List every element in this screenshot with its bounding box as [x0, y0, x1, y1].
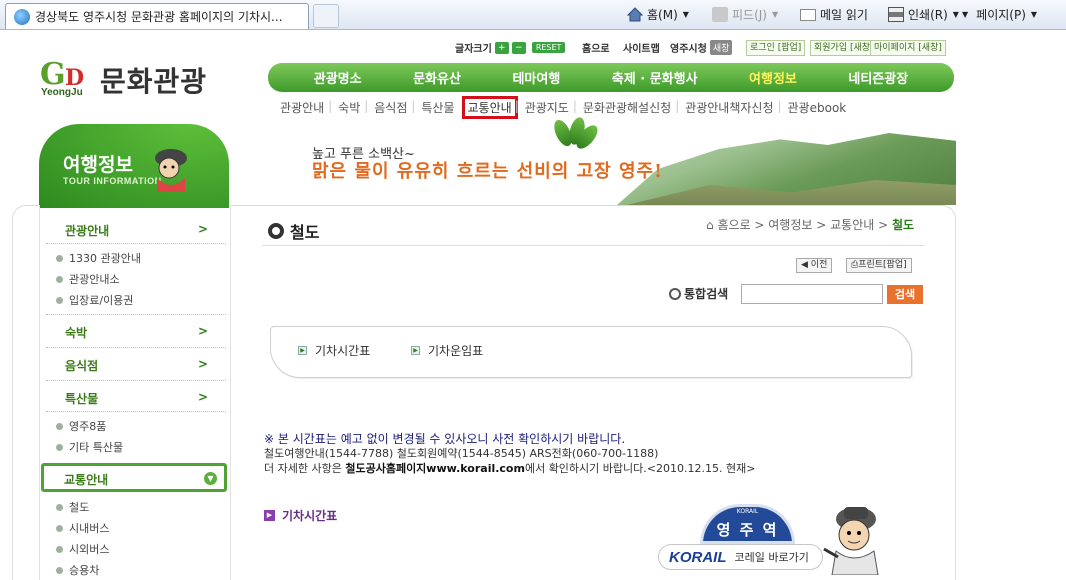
gnb-item[interactable]: 축제 · 문화행사 — [612, 68, 698, 87]
banner-line-2: 맑은 물이 유유히 흐르는 선비의 고장 영주! — [312, 161, 664, 182]
chevron-right-icon: > — [198, 357, 209, 371]
print-popup-button[interactable]: ⎙프린트[팝업] — [846, 258, 912, 273]
mypage-button[interactable]: 마이페이지 [새창] — [870, 40, 946, 56]
breadcrumb-current: 철도 — [891, 218, 915, 232]
left-section-header: 여행정보 TOUR INFORMATION — [39, 124, 229, 208]
korail-logo: KORAIL — [669, 548, 727, 566]
font-size-control: 글자크기 + − RESET — [455, 40, 566, 55]
home-link[interactable]: 홈으로 — [582, 40, 610, 55]
lnb-item[interactable]: 관광안내책자신청 — [675, 99, 780, 116]
gnb-item[interactable]: 테마여행 — [512, 68, 560, 87]
lnb-item[interactable]: 관광지도 — [515, 99, 576, 116]
ie-icon — [14, 8, 30, 25]
lnb-item[interactable]: 특산물 — [411, 99, 461, 116]
font-decrease-button[interactable]: − — [511, 41, 526, 54]
logo-text: 문화관광 — [100, 65, 208, 98]
prev-button[interactable]: ◀ 이전 — [796, 258, 833, 273]
menu-category[interactable]: 숙박 — [65, 324, 87, 341]
yeongju-station-sign: KORAIL 영 주 역 — [700, 504, 795, 544]
mail-icon — [800, 8, 816, 21]
print-button[interactable]: 인쇄(R) ▼ — [888, 6, 959, 23]
search-input[interactable] — [741, 284, 883, 304]
home-small-icon: ⌂ — [706, 218, 714, 232]
menu-category[interactable]: 음식점 — [65, 357, 98, 374]
breadcrumb-item[interactable]: 교통안내 — [830, 218, 874, 232]
section-title: ▶ 기차시간표 — [264, 507, 337, 524]
chevron-right-icon: > — [198, 390, 209, 404]
site-logo[interactable]: GD YeongJu 문화관광 — [40, 57, 207, 103]
seonbi-mascot-icon — [820, 505, 888, 576]
new-tab-button[interactable] — [313, 4, 339, 28]
section-title: 여행정보 — [63, 154, 133, 176]
feeds-button[interactable]: 피드(J) ▼ — [712, 6, 778, 23]
breadcrumb-item[interactable]: 여행정보 — [768, 218, 812, 232]
tab-train-timetable[interactable]: ▶ 기차시간표 — [298, 342, 370, 359]
main-navigation: 관광명소 문화유산 테마여행 축제 · 문화행사 여행정보 네티즌광장 — [268, 63, 954, 92]
menu-sub-item[interactable]: 시외버스 — [56, 541, 109, 557]
login-button[interactable]: 로그인 [팝업] — [746, 40, 806, 56]
seonbi-mascot-icon — [145, 146, 197, 192]
menu-sub-item[interactable]: 영주8품 — [56, 418, 106, 434]
logo-mark: GD YeongJu — [40, 57, 85, 98]
chevron-down-icon: ▼ — [204, 472, 217, 485]
menu-sub-item-active[interactable]: 철도 — [56, 499, 89, 515]
menu-sub-item[interactable]: 관광안내소 — [56, 271, 120, 287]
gnb-item[interactable]: 문화유산 — [413, 68, 461, 87]
read-mail-button[interactable]: 메일 읽기 — [800, 6, 868, 23]
font-reset-button[interactable]: RESET — [531, 42, 566, 53]
korail-link[interactable]: 철도공사홈페이지www.korail.com — [345, 462, 525, 475]
home-button[interactable]: 홈(M) ▼ — [626, 6, 689, 23]
chevron-right-icon: > — [198, 324, 209, 338]
tab-train-fare[interactable]: ▶ 기차운임표 — [411, 342, 483, 359]
menu-sub-item[interactable]: 1330 관광안내 — [56, 250, 141, 266]
page-title: 철도 — [268, 219, 319, 243]
top-banner: 높고 푸른 소백산~ 맑은 물이 유유히 흐르는 선비의 고장 영주! — [232, 115, 956, 205]
search-label: 통합검색 — [669, 285, 728, 302]
rss-icon — [712, 7, 728, 22]
contact-text: 철도여행안내(1544-7788) 철도회원예약(1544-8545) ARS전… — [264, 447, 659, 460]
cityhall-link[interactable]: 영주시청 새창 — [670, 40, 733, 55]
lnb-item[interactable]: 음식점 — [364, 99, 414, 116]
arrow-bullet-icon: ▶ — [411, 346, 420, 355]
page-menu-button[interactable]: ▼ 페이지(P) ▼ — [962, 6, 1037, 23]
lnb-item[interactable]: 관광ebook — [778, 99, 854, 116]
menu-category[interactable]: 관광안내 — [65, 222, 109, 239]
left-menu: 관광안내 > 1330 관광안내 관광안내소 입장료/이용권 숙박 > 음식점 … — [39, 205, 231, 580]
breadcrumb: ⌂ 홈으로 > 여행정보 > 교통안내 > 철도 — [706, 218, 915, 232]
title-bullet-icon — [268, 223, 284, 239]
tab-title: 경상북도 영주시청 문화관광 홈페이지의 기차시... — [35, 10, 283, 24]
korail-shortcut-button[interactable]: KORAIL 코레일 바로가기 — [658, 544, 823, 570]
browser-toolbar: 경상북도 영주시청 문화관광 홈페이지의 기차시... 홈(M) ▼ 피드(J) ▼… — [0, 0, 1066, 30]
section-bullet-icon: ▶ — [264, 510, 275, 521]
font-increase-button[interactable]: + — [494, 41, 509, 54]
search-icon — [669, 287, 681, 300]
arrow-bullet-icon: ▶ — [298, 346, 307, 355]
menu-sub-item[interactable]: 승용차 — [56, 562, 99, 578]
gnb-item[interactable]: 네티즌광장 — [848, 68, 908, 87]
gnb-item[interactable]: 관광명소 — [314, 68, 362, 87]
home-icon — [626, 7, 644, 22]
more-info-text: 더 자세한 사항은 철도공사홈페이지www.korail.com에서 확인하시기… — [264, 462, 756, 475]
lnb-item[interactable]: 숙박 — [328, 99, 367, 116]
search-button[interactable]: 검색 — [887, 285, 923, 304]
leaf-decoration — [550, 115, 602, 153]
menu-category[interactable]: 특산물 — [65, 390, 98, 407]
lnb-item[interactable]: 관광안내 — [273, 99, 331, 116]
chevron-right-icon: > — [198, 222, 209, 236]
browser-tab[interactable]: 경상북도 영주시청 문화관광 홈페이지의 기차시... — [5, 3, 309, 29]
menu-sub-item[interactable]: 기타 특산물 — [56, 439, 123, 455]
lnb-item[interactable]: 문화관광해설신청 — [573, 99, 678, 116]
join-button[interactable]: 회원가입 [새창] — [810, 40, 878, 56]
printer-icon — [888, 7, 904, 22]
menu-category-active[interactable]: 교통안내 ▼ — [41, 463, 227, 492]
sitemap-link[interactable]: 사이트맵 — [623, 40, 660, 55]
menu-sub-item[interactable]: 입장료/이용권 — [56, 292, 133, 308]
breadcrumb-item[interactable]: 홈으로 — [717, 218, 750, 232]
gnb-item-active[interactable]: 여행정보 — [749, 68, 797, 87]
menu-sub-item[interactable]: 시내버스 — [56, 520, 109, 536]
